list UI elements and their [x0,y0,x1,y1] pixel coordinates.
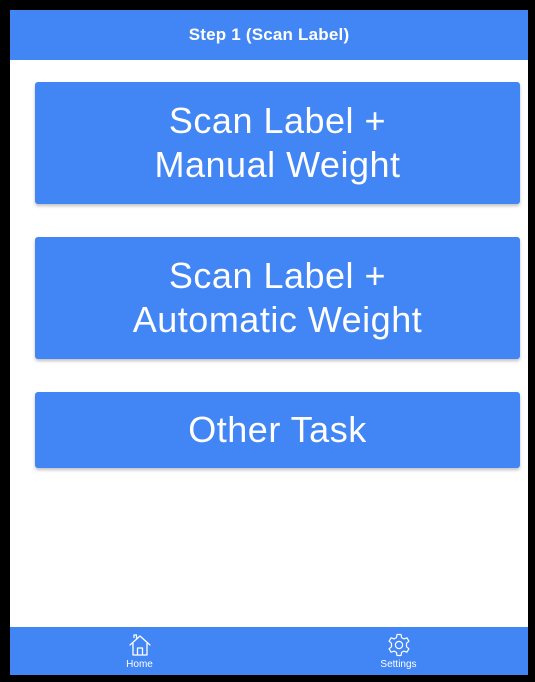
button-label: Other Task [188,409,367,450]
nav-label-home: Home [126,658,153,670]
button-label-line-1: Scan Label + [168,255,387,296]
button-label-line-2: Manual Weight [154,144,401,185]
home-icon [128,633,151,656]
page-title: Step 1 (Scan Label) [188,25,350,44]
app-screen: Step 1 (Scan Label) Scan Label + Manual … [10,10,528,675]
gear-icon [388,633,409,656]
nav-label-settings: Settings [380,658,417,670]
device-frame: Step 1 (Scan Label) Scan Label + Manual … [0,0,535,682]
top-app-bar: Step 1 (Scan Label) [10,10,528,60]
nav-item-settings[interactable]: Settings [269,627,528,675]
nav-item-home[interactable]: Home [10,627,269,675]
button-label-line-2: Automatic Weight [132,299,423,340]
other-task-button[interactable]: Other Task [35,392,520,468]
button-label-line-1: Scan Label + [168,100,387,141]
bottom-navigation: Home Settings [10,627,528,675]
scan-label-automatic-weight-button[interactable]: Scan Label + Automatic Weight [35,237,520,359]
scan-label-manual-weight-button[interactable]: Scan Label + Manual Weight [35,82,520,204]
